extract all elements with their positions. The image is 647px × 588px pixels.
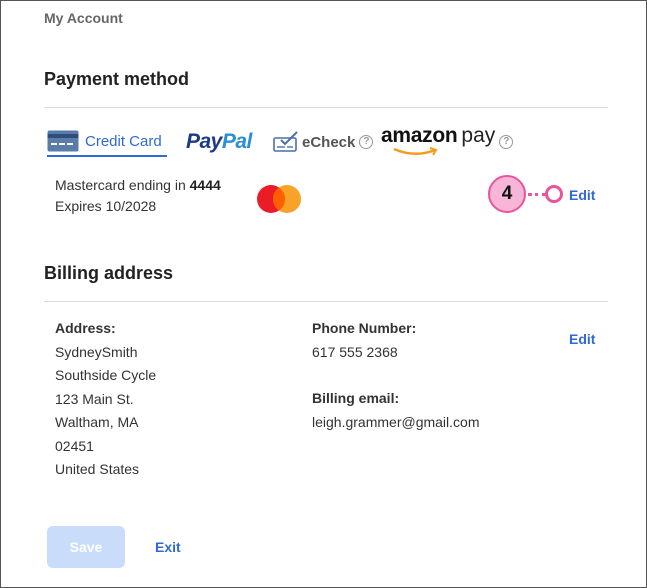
credit-card-icon <box>47 130 79 152</box>
phone-label: Phone Number: <box>312 320 417 336</box>
address-line: Southside Cycle <box>55 367 157 383</box>
exit-link[interactable]: Exit <box>155 539 181 555</box>
billing-divider <box>44 301 608 302</box>
step-callout-ring <box>545 185 563 203</box>
card-details: Mastercard ending in 4444 Expires 10/202… <box>55 175 221 217</box>
check-document-icon <box>273 131 298 152</box>
phone-block: Phone Number: 617 555 2368 <box>312 317 416 364</box>
amazon-pay-logo: amazon pay <box>381 124 496 157</box>
edit-payment-link[interactable]: Edit <box>569 187 595 203</box>
paypal-logo-pal: Pal <box>221 130 253 153</box>
save-button[interactable]: Save <box>47 526 125 568</box>
billing-email-value: leigh.grammer@gmail.com <box>312 413 480 430</box>
amazon-logo-pay: pay <box>461 124 496 147</box>
page-frame: My Account Payment method Credit Card Pa… <box>0 0 647 588</box>
phone-value: 617 555 2368 <box>312 343 398 360</box>
tab-echeck[interactable]: eCheck ? <box>273 127 374 157</box>
step-callout-connector <box>528 193 546 196</box>
amazon-logo-text: amazon <box>381 124 458 147</box>
address-line: Waltham, MA <box>55 414 139 430</box>
tab-amazon-pay[interactable]: amazon pay ? <box>381 124 514 157</box>
address-line: United States <box>55 461 140 477</box>
tab-credit-card-label: Credit Card <box>85 132 162 150</box>
address-line: 02451 <box>55 437 94 454</box>
step-callout-badge: 4 <box>488 175 526 213</box>
tab-echeck-label: eCheck <box>302 133 356 151</box>
tab-credit-card[interactable]: Credit Card <box>47 127 167 157</box>
address-line: 123 Main St. <box>55 390 134 407</box>
card-number-line: Mastercard ending in 4444 <box>55 175 221 196</box>
amazon-smile-icon <box>393 147 438 156</box>
card-line-prefix: Mastercard ending in <box>55 177 190 193</box>
amazon-help-icon[interactable]: ? <box>499 135 514 149</box>
billing-address-block: Address: SydneySmith Southside Cycle 123… <box>55 317 156 482</box>
paypal-logo-pay: Pay <box>186 130 222 153</box>
card-expiry: Expires 10/2028 <box>55 198 157 214</box>
mastercard-logo-icon <box>257 185 301 213</box>
billing-email-label: Billing email: <box>312 390 400 406</box>
breadcrumb[interactable]: My Account <box>44 10 123 26</box>
paypal-logo: PayPal <box>186 130 252 154</box>
echeck-help-icon[interactable]: ? <box>359 135 374 149</box>
tab-paypal[interactable]: PayPal <box>186 127 252 157</box>
card-last4: 4444 <box>189 177 221 193</box>
address-line: SydneySmith <box>55 343 138 360</box>
billing-address-title: Billing address <box>44 263 174 283</box>
address-label: Address: <box>55 320 116 336</box>
payment-method-title: Payment method <box>44 69 190 89</box>
email-block: Billing email: leigh.grammer@gmail.com <box>312 387 479 434</box>
payment-divider <box>44 107 608 108</box>
edit-billing-link[interactable]: Edit <box>569 331 595 347</box>
